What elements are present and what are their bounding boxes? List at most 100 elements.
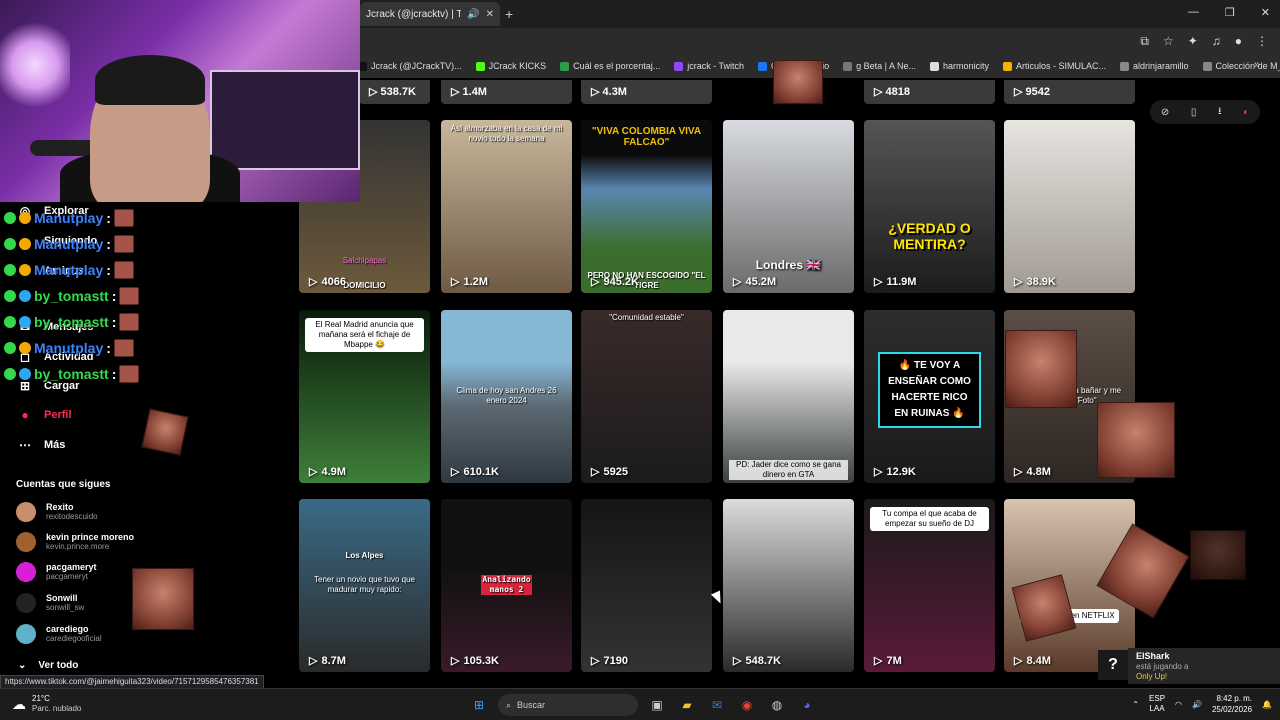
nav-label: Más: [44, 439, 66, 451]
chrome-icon[interactable]: ◉: [736, 694, 758, 716]
view-count-value: 8.4M: [1026, 654, 1051, 667]
star-icon[interactable]: ☆: [1163, 34, 1174, 49]
cast-icon[interactable]: ⧉: [1140, 34, 1149, 49]
view-count-value: 9542: [1025, 86, 1050, 98]
following-account[interactable]: Rexito rexitodescuido: [16, 502, 98, 522]
chat-username: Manutplay: [34, 210, 104, 226]
see-all-button[interactable]: ⌄ Ver todo: [18, 660, 78, 671]
nav-mas[interactable]: ⋯ Más: [18, 438, 65, 452]
view-count: ▷ 11.9M: [874, 275, 917, 289]
view-count: ▷ 105.3K: [451, 654, 499, 668]
video-card[interactable]: ¿VERDAD O MENTIRA? ▷ 11.9M: [864, 120, 995, 293]
view-count-value: 7190: [603, 654, 628, 667]
nav-perfil[interactable]: ● Perfil: [18, 408, 71, 422]
video-card[interactable]: Analizando manos 2 ▷ 105.3K: [441, 499, 572, 672]
play-icon: ▷: [874, 276, 883, 288]
video-card[interactable]: Tener un novio que tuvo que madurar muy …: [299, 499, 430, 672]
status-url: https://www.tiktok.com/@jaimehiguita323/…: [0, 675, 264, 689]
steam-notification[interactable]: ElShark está jugando a Only Up!: [1128, 648, 1280, 684]
play-icon: ▷: [1014, 276, 1023, 288]
video-card[interactable]: ▷ 7190: [581, 499, 712, 672]
video-card[interactable]: ▷ 548.7K: [723, 499, 854, 672]
video-card-partial[interactable]: ▷ 4818: [864, 80, 995, 104]
system-tray: ⌃ ESP LAA ◠ 🔊 8:42 p. m. 25/02/2026 🔔: [1132, 693, 1272, 715]
view-count-value: 4.3M: [602, 86, 627, 98]
steam-icon[interactable]: ◍: [766, 694, 788, 716]
phone-icon[interactable]: ▯: [1191, 107, 1197, 118]
tiktok-icon[interactable]: ◐: [1243, 107, 1249, 118]
following-account[interactable]: carediego carediegooficial: [16, 624, 102, 644]
notification-game: Only Up!: [1136, 672, 1168, 681]
video-card-partial[interactable]: ▷ 9542: [1004, 80, 1135, 104]
bookmark[interactable]: jcrack - Twitch: [674, 61, 744, 71]
file-explorer-icon[interactable]: ▰: [676, 694, 698, 716]
bookmark[interactable]: g Beta | A Ne...: [843, 61, 916, 71]
volume-icon[interactable]: 🔊: [1192, 700, 1202, 709]
bookmark[interactable]: Articulos - SIMULAC...: [1002, 61, 1106, 71]
clock[interactable]: 8:42 p. m. 25/02/2026: [1212, 693, 1252, 715]
browser-tab[interactable]: Jcrack (@jcracktv) | TikTok 🔊 ✕: [360, 2, 500, 26]
following-account[interactable]: kevin prince moreno kevin.prince.more: [16, 532, 134, 552]
bookmark[interactable]: JCrack KICKS: [475, 61, 546, 71]
mail-icon[interactable]: ✉: [706, 694, 728, 716]
bookmark[interactable]: aldrinjaramillo: [1120, 61, 1189, 71]
link-icon[interactable]: ⊘: [1161, 107, 1169, 118]
video-card[interactable]: ▷ 38.9K: [1004, 120, 1135, 293]
layout-code: LAA: [1149, 704, 1165, 713]
emote-icon: [113, 235, 134, 253]
video-card[interactable]: Tu compa el que acaba de empezar su sueñ…: [864, 499, 995, 672]
video-card[interactable]: 🔥 TE VOY A ENSEÑAR COMO HACERTE RICO EN …: [864, 310, 995, 483]
video-card[interactable]: "Comunidad estable" ▷ 5925: [581, 310, 712, 483]
play-icon: ▷: [874, 466, 883, 478]
play-icon: ▷: [733, 655, 742, 667]
speaker-icon[interactable]: 🔊: [467, 9, 479, 20]
view-count: ▷ 45.2M: [733, 275, 776, 289]
bookmark[interactable]: Colección de M_blei...: [1202, 61, 1280, 71]
media-icon[interactable]: ♫: [1212, 34, 1221, 49]
bookmark[interactable]: harmonicity: [929, 61, 989, 71]
bookmark[interactable]: Jcrack (@JCrackTV)...: [358, 61, 462, 71]
windows-start-icon[interactable]: ⊞: [468, 694, 490, 716]
close-window-icon[interactable]: ✕: [1261, 6, 1270, 19]
chat-message: Manutplay:: [4, 233, 134, 255]
video-card[interactable]: Así almorzaba en la casa de mi novio tod…: [441, 120, 572, 293]
video-card[interactable]: El Real Madrid anuncia que mañana será e…: [299, 310, 430, 483]
chat-message: Manutplay:: [4, 259, 134, 281]
download-icon[interactable]: ⭳: [1218, 104, 1222, 121]
video-card[interactable]: PD: Jader dice como se gana dinero en GT…: [723, 310, 854, 483]
extensions-icon[interactable]: ✦: [1188, 34, 1198, 49]
view-count: ▷ 7190: [591, 654, 628, 668]
video-caption: Tener un novio que tuvo que madurar muy …: [314, 575, 415, 594]
restore-icon[interactable]: ❐: [1225, 6, 1235, 19]
video-caption: "VIVA COLOMBIA VIVA FALCAO": [591, 126, 702, 148]
weather-widget[interactable]: ☁ 21°C Parc. nublado: [12, 694, 81, 714]
video-card-partial[interactable]: ▷ 1.4M: [441, 80, 572, 104]
bell-icon[interactable]: 🔔: [1262, 700, 1272, 709]
video-card[interactable]: "VIVA COLOMBIA VIVA FALCAO" PERO NO HAN E…: [581, 120, 712, 293]
menu-icon[interactable]: ⋮: [1256, 34, 1268, 49]
view-count-value: 8.7M: [321, 654, 346, 667]
more-bookmarks-icon[interactable]: »: [1254, 59, 1260, 71]
language-indicator[interactable]: ESP LAA: [1149, 694, 1165, 714]
taskbar-search[interactable]: ⌕ Buscar: [498, 694, 638, 716]
kick-badge-icon: [4, 264, 16, 276]
chevron-up-icon[interactable]: ⌃: [1132, 700, 1139, 709]
following-account[interactable]: pacgameryt pacgameryt: [16, 562, 97, 582]
video-card[interactable]: Clima de hoy san Andres 26 enero 2024 ▷ 61…: [441, 310, 572, 483]
video-card-partial[interactable]: ▷ 538.7K: [359, 80, 430, 104]
following-account[interactable]: Sonwill sonwill_sw: [16, 593, 84, 613]
video-card[interactable]: Londres 🇬🇧 ▷ 45.2M: [723, 120, 854, 293]
wifi-icon[interactable]: ◠: [1175, 700, 1182, 709]
discord-icon[interactable]: ◕: [796, 694, 818, 716]
view-count-value: 11.9M: [886, 275, 917, 288]
close-icon[interactable]: ✕: [486, 9, 494, 20]
view-count: ▷ 7M: [874, 654, 902, 668]
task-view-icon[interactable]: ▣: [646, 694, 668, 716]
profile-icon[interactable]: ●: [1235, 34, 1242, 49]
new-tab-icon[interactable]: +: [505, 6, 513, 22]
help-button[interactable]: ?: [1098, 650, 1128, 680]
taskbar-apps: ⊞ ⌕ Buscar ▣ ▰ ✉ ◉ ◍ ◕: [468, 694, 818, 716]
video-card-partial[interactable]: ▷ 4.3M: [581, 80, 712, 104]
minimize-icon[interactable]: —: [1188, 6, 1199, 19]
bookmark[interactable]: Cuál es el porcentaj...: [560, 61, 660, 71]
